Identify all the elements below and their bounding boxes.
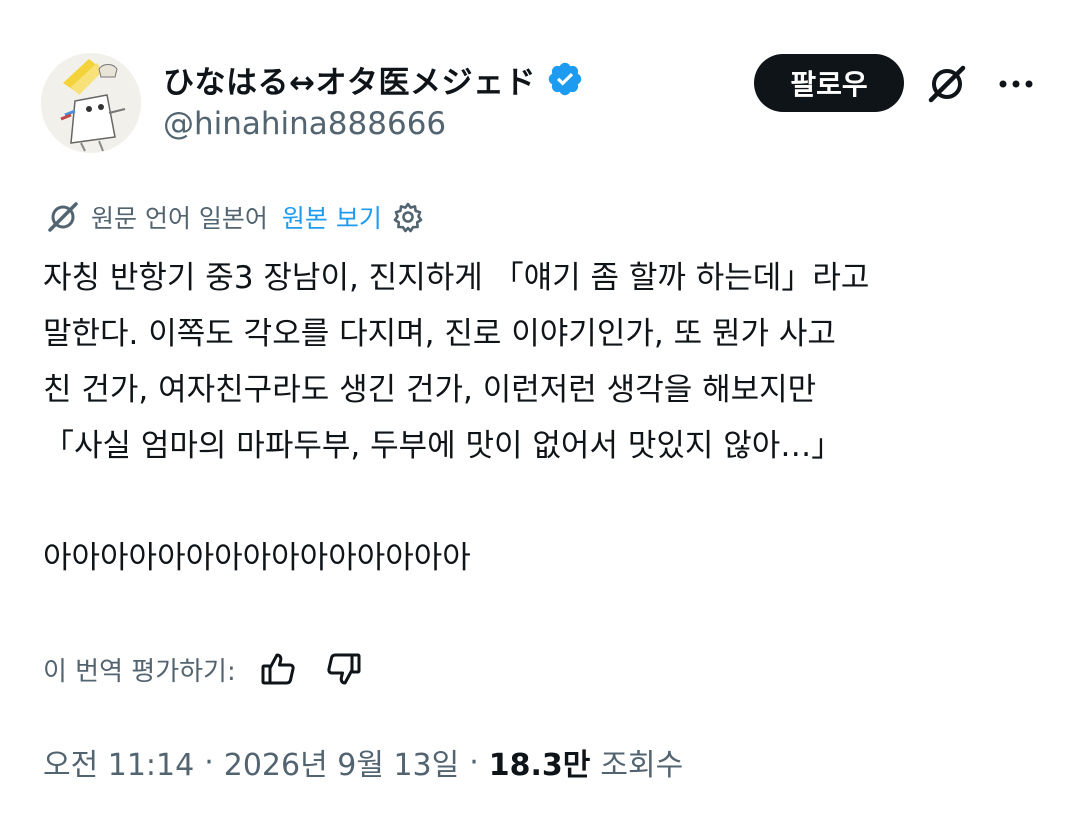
tweet-line: 말한다. 이쪽도 각오를 다지며, 진로 이야기인가, 또 뭔가 사고 — [43, 316, 836, 352]
meta-separator: · — [204, 744, 214, 780]
display-name[interactable]: ひなはる↔オタ医メジェド — [163, 57, 536, 102]
handle[interactable]: @hinahina888666 — [163, 106, 446, 142]
tweet-line: 친 건가, 여자친구라도 생긴 건가, 이런저런 생각을 해보지만 — [43, 372, 817, 408]
views-count[interactable]: 18.3만 — [489, 740, 591, 784]
rate-translation-label: 이 번역 평가하기: — [43, 656, 236, 687]
source-language-label: 원문 언어 일본어 — [91, 204, 268, 233]
views-label: 조회수 — [600, 748, 684, 783]
tweet-meta: 오전 11:14 · 2026년 9월 13일 · 18.3만 조회수 — [43, 740, 683, 784]
gear-icon[interactable] — [392, 201, 424, 233]
tweet-date[interactable]: 2026년 9월 13일 — [224, 740, 459, 784]
show-original-link[interactable]: 원본 보기 — [282, 199, 382, 235]
tweet-text: 자칭 반항기 중3 장남이, 진지하게 「얘기 좀 할까 하는데」라고 말한다.… — [43, 250, 1033, 586]
translation-bar: 원문 언어 일본어 원본 보기 — [45, 198, 424, 236]
follow-button[interactable]: 팔로우 — [754, 54, 904, 112]
name-row: ひなはる↔オタ医メジェド — [163, 57, 584, 101]
rate-translation-row: 이 번역 평가하기: — [43, 645, 364, 693]
more-options-icon[interactable] — [996, 64, 1036, 104]
thumbs-down-icon[interactable] — [324, 649, 364, 689]
grok-icon — [45, 199, 81, 235]
grok-icon[interactable] — [925, 62, 969, 106]
tweet-line: 자칭 반항기 중3 장남이, 진지하게 「얘기 좀 할까 하는데」라고 — [43, 260, 870, 296]
meta-separator: · — [469, 744, 479, 780]
tweet-time[interactable]: 오전 11:14 — [43, 740, 194, 784]
tweet-line: 아아아아아아아아아아아아아아아 — [43, 540, 471, 576]
avatar[interactable] — [41, 53, 141, 153]
avatar-illustration — [41, 53, 141, 153]
thumbs-up-icon[interactable] — [258, 649, 298, 689]
tweet-line: 「사실 엄마의 마파두부, 두부에 맛이 없어서 맛있지 않아…」 — [43, 428, 843, 464]
verified-badge-icon[interactable] — [546, 60, 584, 98]
